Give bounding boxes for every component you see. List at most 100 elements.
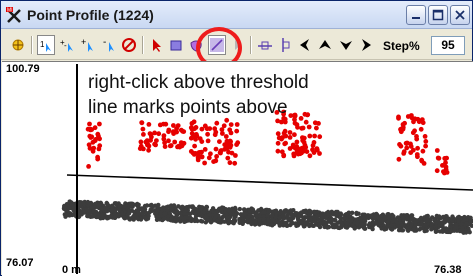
- title-bar[interactable]: MI Point Profile (1224): [1, 1, 472, 29]
- ground-point: [440, 229, 445, 234]
- above-threshold-point: [87, 121, 92, 127]
- ground-point: [317, 220, 322, 226]
- no-selection-button[interactable]: [120, 36, 138, 54]
- sun-shading-icon: [12, 39, 24, 51]
- above-threshold-point: [297, 146, 303, 152]
- threshold-line[interactable]: [66, 174, 473, 191]
- ground-point: [301, 216, 306, 221]
- ground-point: [184, 205, 189, 210]
- above-threshold-point: [423, 143, 428, 149]
- ground-point: [248, 219, 253, 224]
- ground-point: [114, 213, 120, 218]
- ground-point: [141, 215, 147, 220]
- step-right-button[interactable]: [357, 36, 375, 54]
- ground-point: [213, 212, 218, 217]
- above-threshold-point: [287, 135, 293, 140]
- close-icon: [455, 10, 465, 20]
- above-threshold-point: [148, 137, 154, 143]
- above-threshold-point: [307, 133, 313, 139]
- add-point-button[interactable]: +: [79, 36, 97, 54]
- point-profile-window: MI Point Profile (1224) 1 + - + - Step% …: [0, 0, 473, 276]
- above-threshold-point: [141, 132, 146, 137]
- above-threshold-point: [146, 147, 152, 153]
- ground-point: [257, 217, 262, 222]
- ground-point: [415, 218, 420, 223]
- ground-point: [281, 213, 286, 218]
- above-threshold-point: [306, 124, 312, 130]
- ground-point: [261, 216, 266, 222]
- above-threshold-point: [404, 140, 410, 146]
- maximize-button[interactable]: [428, 5, 448, 25]
- ground-point: [344, 225, 350, 230]
- above-threshold-point: [87, 133, 93, 139]
- ground-point: [181, 216, 186, 221]
- above-threshold-point: [218, 148, 224, 154]
- above-threshold-point: [312, 133, 317, 139]
- add-plus-minus-button[interactable]: + -: [58, 36, 76, 54]
- above-threshold-point: [161, 136, 167, 142]
- above-threshold-point: [401, 149, 407, 155]
- ground-point: [71, 208, 77, 213]
- ground-point: [97, 202, 102, 208]
- ground-point: [333, 212, 339, 217]
- ground-points: [61, 199, 473, 235]
- minimize-icon: [412, 17, 420, 19]
- above-threshold-point: [294, 139, 300, 145]
- align-vertical-button[interactable]: [276, 36, 294, 54]
- ground-point: [456, 219, 461, 224]
- no-selection-icon: [122, 38, 136, 52]
- ground-point: [449, 228, 454, 234]
- above-threshold-point: [232, 160, 238, 166]
- maximize-icon: [432, 9, 444, 21]
- ground-point: [91, 209, 96, 214]
- ground-point: [356, 211, 361, 216]
- ground-point: [162, 211, 168, 216]
- above-threshold-point: [234, 122, 240, 127]
- step-up-button[interactable]: [316, 36, 334, 54]
- above-threshold-point: [193, 125, 199, 130]
- ground-point: [442, 220, 447, 225]
- ground-point: [400, 215, 405, 220]
- above-threshold-point: [145, 142, 150, 148]
- ground-point: [117, 203, 123, 208]
- above-threshold-point: [214, 120, 220, 126]
- above-threshold-point: [303, 119, 309, 125]
- above-threshold-point: [97, 136, 102, 142]
- step-percent-field[interactable]: 95: [431, 36, 465, 55]
- sun-shading-button[interactable]: [9, 36, 27, 54]
- add-plus-minus-icon: + -: [60, 38, 73, 52]
- close-button[interactable]: [450, 5, 470, 25]
- above-threshold-point: [414, 134, 419, 139]
- above-threshold-point: [408, 144, 414, 149]
- ground-point: [153, 203, 158, 208]
- step-left-button[interactable]: [296, 36, 314, 54]
- pointer-arrow-button[interactable]: [147, 36, 165, 54]
- profile-plot[interactable]: 100.79 76.07 0 m 76.38 right-click above…: [2, 61, 473, 276]
- above-threshold-point: [228, 122, 234, 127]
- one-point-select-button[interactable]: 1: [37, 35, 55, 55]
- ground-point: [237, 218, 243, 224]
- remove-point-button[interactable]: -: [100, 36, 118, 54]
- ground-point: [64, 212, 70, 218]
- align-horizontal-button[interactable]: [256, 36, 274, 54]
- minimize-button[interactable]: [406, 5, 426, 25]
- ground-point: [385, 219, 391, 224]
- above-threshold-point: [415, 116, 421, 122]
- above-threshold-point: [275, 140, 281, 146]
- rectangle-select-button[interactable]: [167, 36, 185, 54]
- above-threshold-point: [314, 146, 320, 151]
- ground-point: [330, 224, 336, 230]
- above-threshold-point: [281, 130, 287, 136]
- ground-point: [230, 209, 236, 214]
- ground-point: [256, 208, 261, 213]
- ground-point: [380, 219, 386, 224]
- annotation-line-1: right-click above threshold: [88, 72, 309, 93]
- step-down-icon: [340, 41, 352, 50]
- ground-point: [219, 206, 225, 211]
- step-down-button[interactable]: [337, 36, 355, 54]
- ground-point: [436, 214, 441, 220]
- ground-point: [308, 209, 313, 214]
- ground-point: [99, 206, 104, 211]
- ground-point: [273, 219, 278, 225]
- ground-point: [161, 216, 167, 221]
